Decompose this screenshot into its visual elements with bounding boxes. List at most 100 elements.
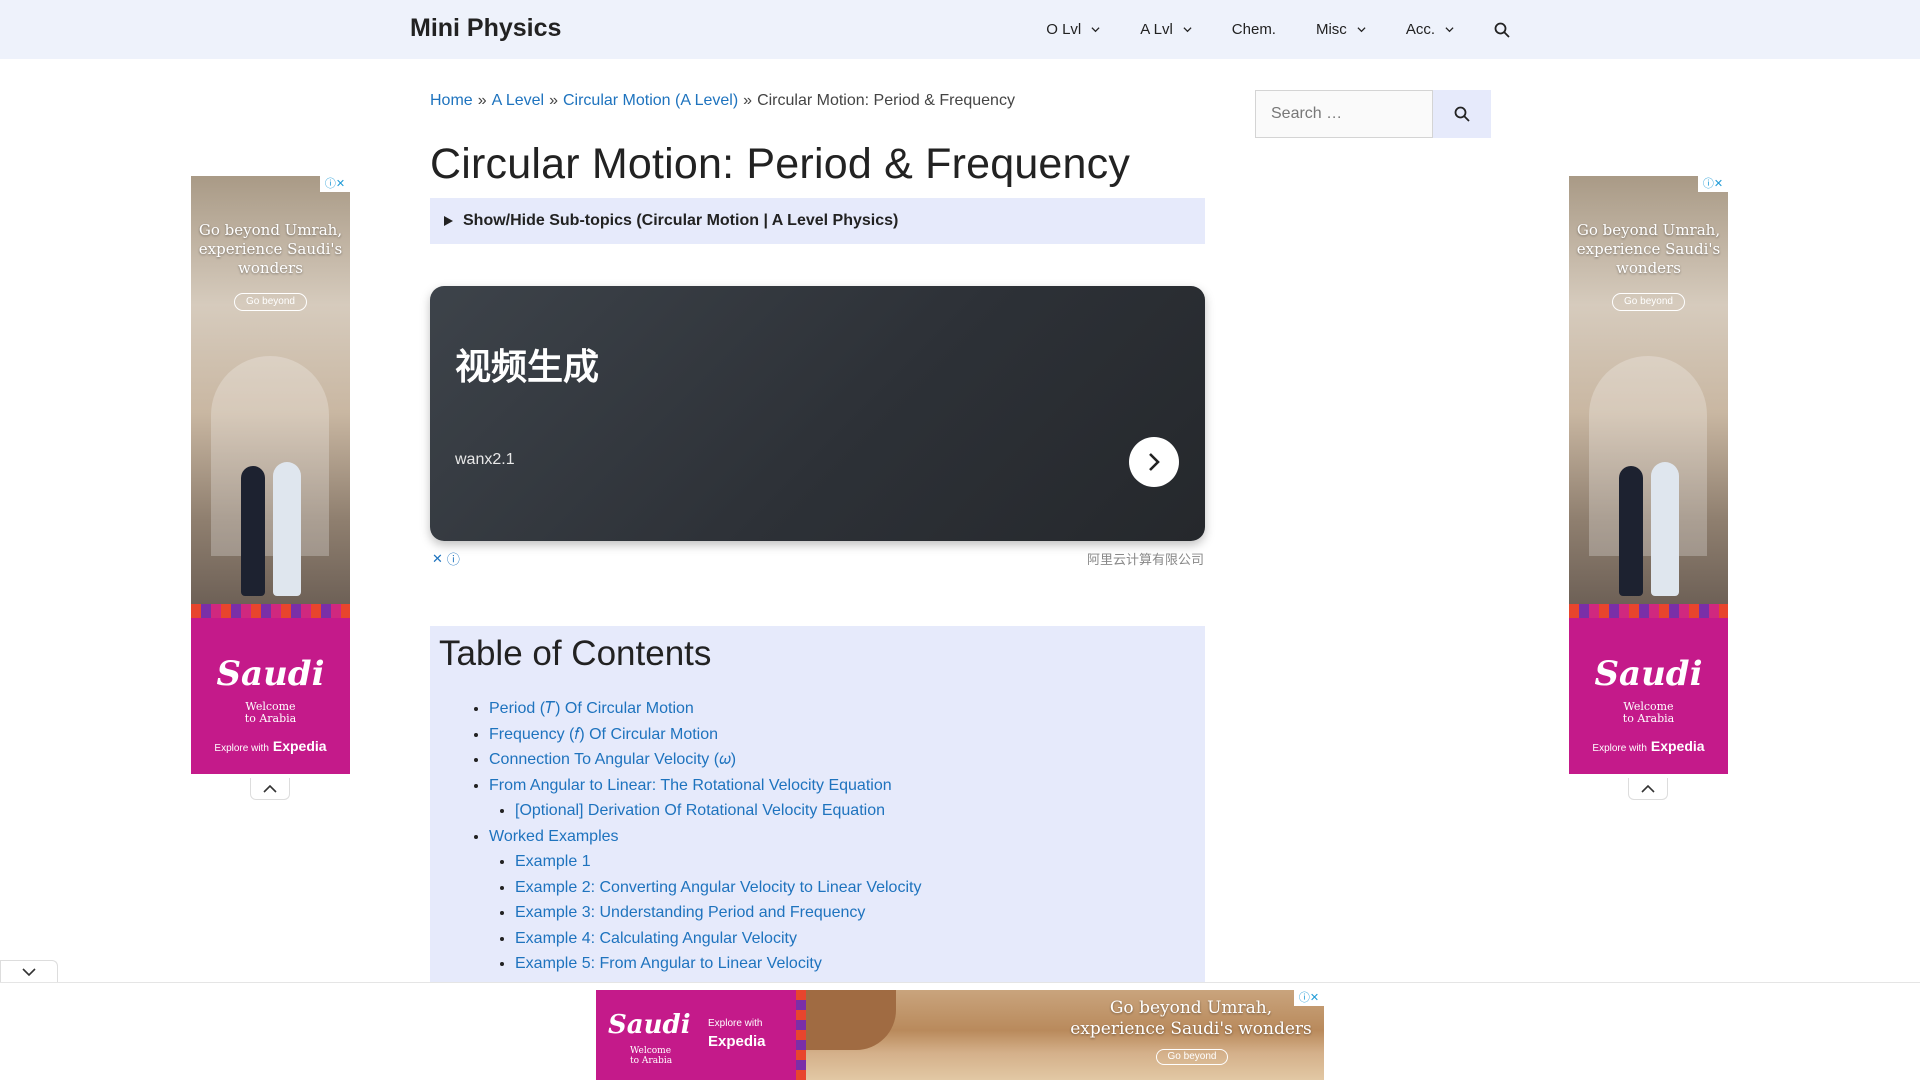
- nav-o-level[interactable]: O Lvl: [1026, 0, 1120, 59]
- toc-item: Period (𝑇) Of Circular Motion: [489, 696, 921, 722]
- toc-link[interactable]: Example 2: Converting Angular Velocity t…: [515, 879, 921, 896]
- toc-link[interactable]: From Angular to Linear: The Rotational V…: [489, 777, 892, 794]
- toc-link[interactable]: Example 3: Understanding Period and Freq…: [515, 904, 865, 921]
- toc-item: Example 4: Calculating Angular Velocity: [515, 926, 921, 952]
- toc-item: Worked Examples: [489, 824, 921, 850]
- toc-link[interactable]: Example 4: Calculating Angular Velocity: [515, 930, 797, 947]
- video-ad-title: 视频生成: [455, 347, 600, 388]
- toc-link[interactable]: Period (𝑇) Of Circular Motion: [489, 700, 694, 717]
- nav-search-button[interactable]: [1474, 0, 1510, 59]
- site-header: Mini Physics O Lvl A Lvl Chem. Misc Acc.: [0, 0, 1920, 59]
- ad-explore-text: Explore with: [214, 743, 269, 754]
- breadcrumb-topic[interactable]: Circular Motion (A Level): [563, 92, 738, 109]
- site-logo[interactable]: Mini Physics: [410, 14, 561, 43]
- chevron-down-icon: [22, 968, 36, 976]
- bottom-ad-toggle[interactable]: [0, 960, 58, 983]
- chevron-up-icon: [1641, 784, 1655, 793]
- ad-partner-name: Expedia: [708, 1033, 766, 1050]
- ad-arch-shape: [1589, 356, 1707, 556]
- toc-item: Frequency (𝑓) Of Circular Motion: [489, 722, 921, 748]
- toc-item: [Optional] Derivation Of Rotational Velo…: [515, 798, 921, 824]
- ad-explore-text: Explore with: [708, 1018, 763, 1029]
- ad-cta-button[interactable]: Go beyond: [1156, 1049, 1228, 1065]
- video-ad-controls: ✕ ⓘ: [432, 549, 460, 568]
- breadcrumb-separator: »: [477, 92, 487, 109]
- ad-tagline: Welcome to Arabia: [191, 701, 350, 725]
- toc-item: From Angular to Linear: The Rotational V…: [489, 773, 921, 799]
- nav-label: Acc.: [1405, 21, 1435, 38]
- toc-item: Example 3: Understanding Period and Freq…: [515, 900, 921, 926]
- toc-list: Period (𝑇) Of Circular Motion Frequency (…: [489, 696, 921, 986]
- ad-cta-button[interactable]: Go beyond: [234, 293, 307, 311]
- toc-link[interactable]: [Optional] Derivation Of Rotational Velo…: [515, 802, 885, 819]
- nav-misc[interactable]: Misc: [1296, 0, 1386, 59]
- ad-headline: Go beyond Umrah, experience Saudi's wond…: [1576, 221, 1721, 277]
- ad-figure: [1651, 462, 1679, 596]
- breadcrumb-level[interactable]: A Level: [492, 92, 544, 109]
- ad-tagline-line: to Arabia: [1622, 712, 1675, 725]
- nav-a-level[interactable]: A Lvl: [1120, 0, 1212, 59]
- toc-title: Table of Contents: [439, 634, 712, 673]
- search-icon: [1494, 22, 1510, 38]
- ad-tagline: Welcome to Arabia: [1569, 701, 1728, 725]
- close-icon[interactable]: ✕: [432, 551, 443, 567]
- ad-headline: Go beyond Umrah, experience Saudi's wond…: [198, 221, 343, 277]
- search-submit-button[interactable]: [1433, 90, 1491, 138]
- collapse-ad-button[interactable]: [250, 778, 290, 800]
- disclosure-triangle-icon: [444, 216, 453, 226]
- nav-label: Chem.: [1231, 21, 1276, 38]
- bottom-banner-ad[interactable]: Saudi Welcome to Arabia Explore with Expe…: [596, 990, 1324, 1080]
- nav-label: Misc: [1315, 21, 1347, 38]
- ad-partner: Explore with Expedia: [1569, 738, 1728, 754]
- subtopics-label: Show/Hide Sub-topics (Circular Motion | …: [463, 212, 899, 229]
- nav-label: O Lvl: [1046, 21, 1082, 38]
- ad-stripe: [796, 990, 806, 1080]
- subtopics-toggle[interactable]: Show/Hide Sub-topics (Circular Motion | …: [430, 198, 1205, 244]
- chevron-right-icon: [1149, 453, 1160, 471]
- toc-item: Example 2: Converting Angular Velocity t…: [515, 875, 921, 901]
- breadcrumb-current: Circular Motion: Period & Frequency: [757, 92, 1015, 109]
- chevron-down-icon: [1091, 27, 1100, 33]
- ad-partner-name: Expedia: [272, 738, 327, 754]
- toc-link[interactable]: Worked Examples: [489, 828, 619, 845]
- ad-tagline-line: to Arabia: [244, 712, 297, 725]
- toc-link[interactable]: Example 5: From Angular to Linear Veloci…: [515, 955, 822, 972]
- main-nav: O Lvl A Lvl Chem. Misc Acc.: [1026, 0, 1510, 59]
- ad-choices-icon[interactable]: ⓘ✕: [1294, 990, 1324, 1006]
- ad-figure: [1619, 466, 1643, 596]
- ad-brand-logo: Saudi: [1594, 654, 1703, 694]
- toc-link[interactable]: Example 1: [515, 853, 591, 870]
- chevron-down-icon: [1445, 27, 1454, 33]
- ad-choices-icon[interactable]: ⓘ✕: [1698, 176, 1728, 192]
- collapse-ad-button[interactable]: [1628, 778, 1668, 800]
- video-ad-next-button[interactable]: [1129, 437, 1179, 487]
- toc-link[interactable]: Connection To Angular Velocity (𝜔): [489, 751, 736, 768]
- ad-choices-icon[interactable]: ⓘ✕: [320, 176, 350, 192]
- info-icon[interactable]: ⓘ: [447, 549, 460, 568]
- ad-headline: Go beyond Umrah, experience Saudi's wond…: [1070, 998, 1312, 1039]
- ad-cta-button[interactable]: Go beyond: [1612, 293, 1685, 311]
- nav-label: A Lvl: [1140, 21, 1173, 38]
- page-title: Circular Motion: Period & Frequency: [430, 140, 1131, 188]
- chevron-up-icon: [263, 784, 277, 793]
- video-ad[interactable]: 视频生成 wanx2.1: [430, 286, 1205, 541]
- ad-figure: [273, 462, 301, 596]
- ad-tagline: Welcome to Arabia: [630, 1046, 672, 1066]
- toc-item: Example 1: [515, 849, 921, 875]
- nav-accounting[interactable]: Acc.: [1386, 0, 1474, 59]
- breadcrumb: Home» A Level» Circular Motion (A Level)» C…: [430, 92, 1015, 110]
- left-side-ad[interactable]: Go beyond Umrah, experience Saudi's wond…: [191, 176, 350, 774]
- toc-item: Connection To Angular Velocity (𝜔): [489, 747, 921, 773]
- breadcrumb-separator: »: [549, 92, 558, 109]
- nav-chemistry[interactable]: Chem.: [1212, 0, 1296, 59]
- right-side-ad[interactable]: Go beyond Umrah, experience Saudi's wond…: [1569, 176, 1728, 774]
- ad-arch-shape: [211, 356, 329, 556]
- ad-partner-name: Expedia: [1650, 738, 1705, 754]
- breadcrumb-home[interactable]: Home: [430, 92, 473, 109]
- ad-stripe: [191, 604, 350, 618]
- search-input[interactable]: Search …: [1255, 90, 1433, 138]
- video-ad-credit: 阿里云计算有限公司: [1086, 553, 1204, 568]
- toc-link[interactable]: Frequency (𝑓) Of Circular Motion: [489, 726, 718, 743]
- ad-tagline-line: to Arabia: [630, 1056, 673, 1066]
- ad-figure: [241, 466, 265, 596]
